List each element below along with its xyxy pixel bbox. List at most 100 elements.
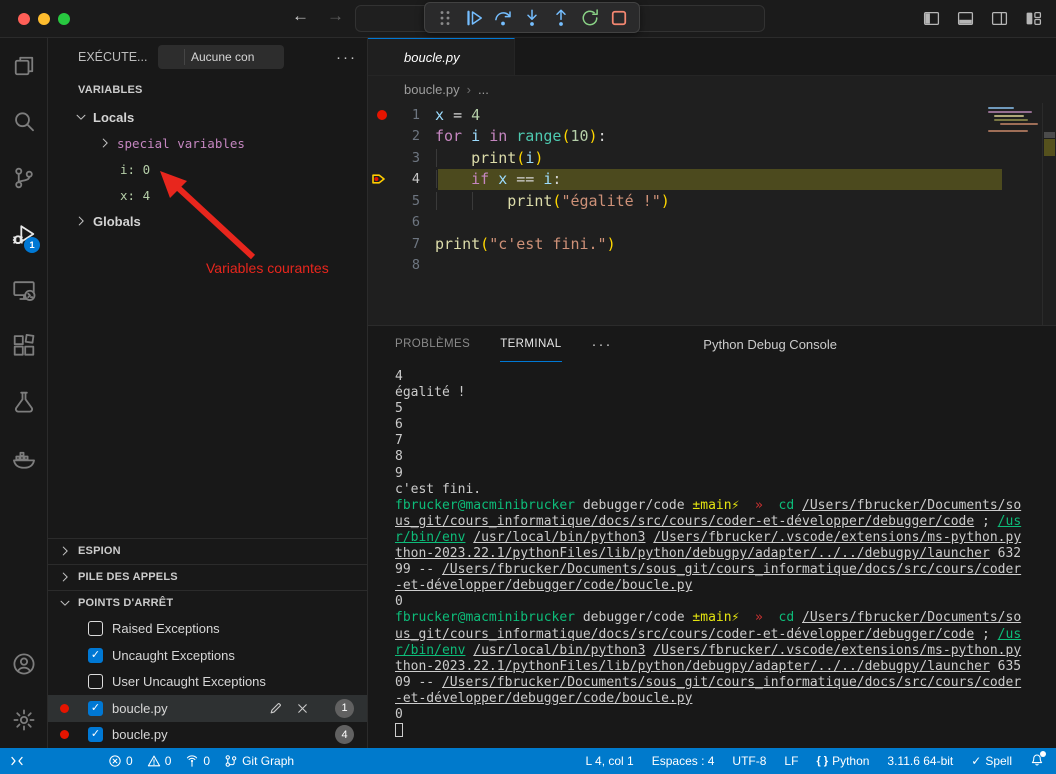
tab-terminal[interactable]: TERMINAL bbox=[500, 326, 561, 362]
activity-testing[interactable] bbox=[0, 374, 47, 430]
section-header-espion[interactable]: ESPION bbox=[48, 538, 368, 564]
debug-continue-button[interactable] bbox=[464, 8, 484, 28]
go-forward-button[interactable]: → bbox=[327, 6, 344, 26]
code-line-5[interactable]: 5 print("égalité !") bbox=[368, 190, 1056, 212]
status-cursor-position[interactable]: L 4, col 1 bbox=[585, 754, 633, 768]
activity-account[interactable] bbox=[0, 636, 47, 692]
breakpoint-dot-icon[interactable] bbox=[377, 110, 387, 120]
minimap[interactable] bbox=[982, 103, 1040, 325]
status-spell-checker[interactable]: ✓Spell bbox=[971, 754, 1012, 768]
edit-breakpoint-icon[interactable] bbox=[268, 701, 283, 716]
breadcrumb-file[interactable]: boucle.py bbox=[404, 82, 460, 97]
gutter-line-6[interactable]: 6 bbox=[368, 214, 420, 230]
remove-breakpoint-icon[interactable] bbox=[295, 701, 310, 716]
code-line-8[interactable]: 8 bbox=[368, 255, 1056, 277]
gutter-line-4[interactable]: 4 bbox=[368, 171, 420, 187]
variable-row-i-0[interactable]: i: 0 bbox=[48, 156, 367, 182]
breakpoint-row-boucle-py[interactable]: ✓boucle.py4 bbox=[48, 722, 368, 749]
code-line-7[interactable]: 7print("c'est fini.") bbox=[368, 233, 1056, 255]
code-line-1[interactable]: 1x = 4 bbox=[368, 104, 1056, 126]
gutter-line-5[interactable]: 5 bbox=[368, 193, 420, 209]
activity-extensions[interactable] bbox=[0, 318, 47, 374]
status-language-mode[interactable]: { }Python bbox=[816, 754, 869, 768]
status-warnings[interactable]: 0 bbox=[147, 754, 172, 768]
breakpoint-row-boucle-py[interactable]: ✓boucle.py1 bbox=[48, 695, 368, 722]
tab-problems[interactable]: PROBLÈMES bbox=[395, 326, 470, 362]
code-line-4[interactable]: 4 if x == i: bbox=[368, 169, 1056, 191]
breadcrumb-symbol[interactable]: ... bbox=[478, 82, 489, 97]
status-indentation[interactable]: Espaces : 4 bbox=[652, 754, 715, 768]
status-ports[interactable]: 0 bbox=[185, 754, 210, 768]
new-terminal-button[interactable] bbox=[850, 336, 866, 352]
layout-customize-toggle[interactable] bbox=[1025, 10, 1042, 27]
code-line-2[interactable]: 2for i in range(10): bbox=[368, 126, 1056, 148]
editor-more-actions-button[interactable] bbox=[1028, 49, 1044, 65]
breakpoint-checkbox[interactable] bbox=[88, 621, 103, 636]
gutter-line-7[interactable]: 7 bbox=[368, 236, 420, 252]
maximize-panel-button[interactable] bbox=[995, 336, 1011, 352]
panel-more-actions-button[interactable] bbox=[966, 336, 982, 352]
run-python-file-button[interactable] bbox=[949, 49, 965, 65]
status-python-interpreter[interactable]: 3.11.6 64-bit bbox=[887, 754, 953, 768]
debug-step-out-button[interactable] bbox=[551, 8, 571, 28]
activity-explorer[interactable] bbox=[0, 38, 47, 94]
activity-settings[interactable] bbox=[0, 692, 47, 748]
split-terminal-button[interactable] bbox=[908, 336, 924, 352]
layout-sidebar-left-toggle[interactable] bbox=[923, 10, 940, 27]
tab-boucle-py[interactable]: boucle.py bbox=[368, 38, 515, 75]
kill-terminal-button[interactable] bbox=[937, 336, 953, 352]
variable-row-globals[interactable]: Globals bbox=[48, 208, 367, 234]
terminal-output[interactable]: 4égalité !56789c'est fini.fbrucker@macmi… bbox=[368, 362, 1056, 748]
status-errors[interactable]: 0 bbox=[108, 754, 133, 768]
start-debugging-button[interactable] bbox=[162, 47, 182, 67]
overview-ruler[interactable] bbox=[1042, 103, 1056, 325]
variable-row-x-4[interactable]: x: 4 bbox=[48, 182, 367, 208]
debug-restart-button[interactable] bbox=[580, 8, 600, 28]
layout-panel-toggle[interactable] bbox=[957, 10, 974, 27]
activity-search[interactable] bbox=[0, 94, 47, 150]
views-more-actions-button[interactable]: ··· bbox=[336, 49, 357, 66]
debug-drag-grip[interactable] bbox=[435, 8, 455, 28]
status-eol[interactable]: LF bbox=[784, 754, 798, 768]
breakpoint-checkbox[interactable] bbox=[88, 674, 103, 689]
code-line-6[interactable]: 6 bbox=[368, 212, 1056, 234]
code-line-3[interactable]: 3 print(i) bbox=[368, 147, 1056, 169]
activity-docker[interactable] bbox=[0, 430, 47, 486]
close-panel-button[interactable] bbox=[1024, 336, 1040, 352]
variables-section-header[interactable]: VARIABLES bbox=[48, 76, 367, 104]
close-window-button[interactable] bbox=[18, 13, 30, 25]
breadcrumb[interactable]: boucle.py › ... bbox=[368, 76, 1056, 103]
gutter-line-1[interactable]: 1 bbox=[368, 107, 420, 123]
status-encoding[interactable]: UTF-8 bbox=[732, 754, 766, 768]
activity-remote-explorer[interactable] bbox=[0, 262, 47, 318]
zoom-window-button[interactable] bbox=[58, 13, 70, 25]
gutter-line-8[interactable]: 8 bbox=[368, 257, 420, 273]
close-tab-icon[interactable] bbox=[489, 50, 504, 65]
gutter-line-3[interactable]: 3 bbox=[368, 150, 420, 166]
variable-row-special-variables[interactable]: special variables bbox=[48, 130, 367, 156]
debug-step-over-button[interactable] bbox=[493, 8, 513, 28]
debug-step-into-button[interactable] bbox=[522, 8, 542, 28]
breakpoint-checkbox[interactable]: ✓ bbox=[88, 701, 103, 716]
go-back-button[interactable]: ← bbox=[292, 6, 309, 26]
minimize-window-button[interactable] bbox=[38, 13, 50, 25]
gutter-line-2[interactable]: 2 bbox=[368, 128, 420, 144]
split-editor-button[interactable] bbox=[996, 49, 1012, 65]
status-git-graph[interactable]: Git Graph bbox=[224, 754, 294, 768]
launch-configuration-dropdown[interactable]: Aucune con bbox=[158, 45, 284, 69]
section-header-points-d-arr-t[interactable]: POINTS D'ARRÊT bbox=[48, 590, 368, 616]
terminal-instance-selector[interactable]: Python Debug Console bbox=[680, 336, 837, 353]
breakpoint-row-user-uncaught-exceptions[interactable]: User Uncaught Exceptions bbox=[48, 669, 368, 696]
terminal-launch-chevron-icon[interactable] bbox=[879, 336, 895, 352]
activity-source-control[interactable] bbox=[0, 150, 47, 206]
section-header-pile-des-appels[interactable]: PILE DES APPELS bbox=[48, 564, 368, 590]
breakpoint-row-raised-exceptions[interactable]: Raised Exceptions bbox=[48, 616, 368, 643]
status-notifications[interactable] bbox=[1030, 753, 1044, 770]
layout-sidebar-right-toggle[interactable] bbox=[991, 10, 1008, 27]
code-editor[interactable]: 1x = 42for i in range(10):3 print(i)4 if… bbox=[368, 103, 1056, 325]
run-options-chevron-icon[interactable] bbox=[969, 52, 980, 63]
variable-row-locals[interactable]: Locals bbox=[48, 104, 367, 130]
status-remote-window[interactable] bbox=[10, 754, 24, 768]
breakpoint-checkbox[interactable]: ✓ bbox=[88, 727, 103, 742]
debug-stop-button[interactable] bbox=[609, 8, 629, 28]
